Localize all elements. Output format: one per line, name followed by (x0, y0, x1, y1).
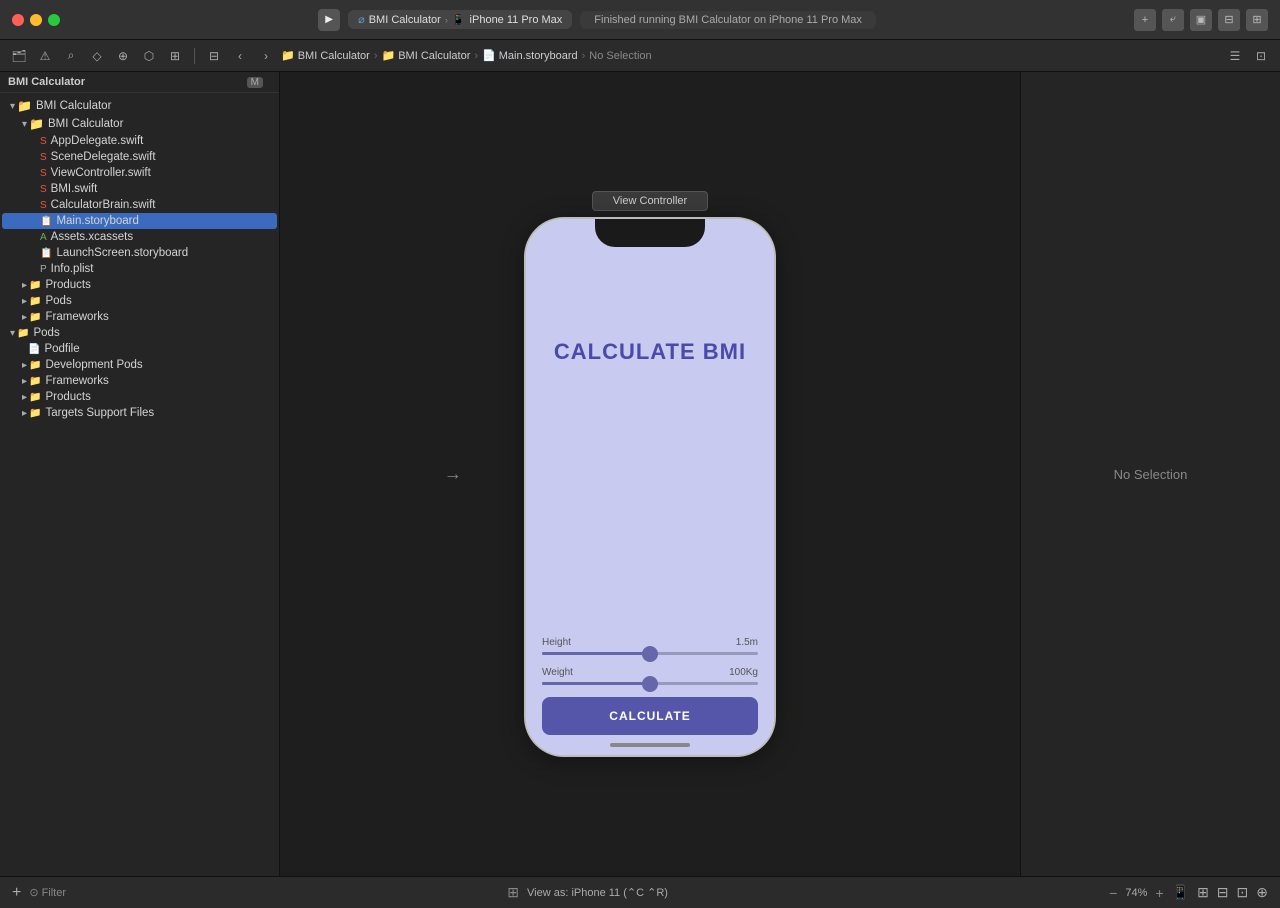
close-button[interactable] (12, 14, 24, 26)
view-controller-label: View Controller (592, 191, 708, 211)
warning-icon[interactable]: ⚠ (34, 45, 56, 67)
height-slider-fill (542, 652, 650, 655)
grid-icon[interactable]: ⊟ (203, 45, 225, 67)
main-layout: BMI Calculator M ▾ 📁 BMI Calculator ▾ 📁 … (0, 72, 1280, 876)
fit-icon[interactable]: ⊟ (1217, 884, 1229, 901)
status-bottom-center: ⊞ View as: iPhone 11 (⌃C ⌃R) (74, 884, 1101, 901)
sidebar-item-frameworks2[interactable]: ▸ 📁 Frameworks (2, 373, 277, 389)
breadcrumb-item-3[interactable]: 📄 Main.storyboard (482, 49, 578, 62)
breadcrumb-item-1[interactable]: 📁 BMI Calculator (281, 49, 370, 62)
build-icon[interactable]: ⊞ (164, 45, 186, 67)
panel-toggle-icon[interactable]: ⊡ (1250, 45, 1272, 67)
breadcrumb: 📁 BMI Calculator › 📁 BMI Calculator › 📄 … (281, 49, 1220, 62)
inspector-panel: No Selection (1020, 72, 1280, 876)
more-icon[interactable]: ⊕ (1256, 884, 1268, 901)
weight-slider-thumb[interactable] (642, 676, 658, 692)
maximize-button[interactable] (48, 14, 60, 26)
inspector-toggle-icon[interactable]: ☰ (1224, 45, 1246, 67)
minimize-button[interactable] (30, 14, 42, 26)
device-select-icon[interactable]: 📱 (1172, 884, 1189, 901)
nav-forward-icon[interactable]: › (255, 45, 277, 67)
traffic-lights (12, 14, 60, 26)
toolbar: 🗂 ⚠ ⌕ ◇ ⊕ ⬡ ⊞ ⊟ ‹ › 📁 BMI Calculator › 📁… (0, 40, 1280, 72)
app-title: CALCULATE BMI (554, 339, 746, 365)
toolbar-right: ☰ ⊡ (1224, 45, 1272, 67)
bookmark-icon[interactable]: ⬡ (138, 45, 160, 67)
sidebar-item-scenedelegate[interactable]: S SceneDelegate.swift (2, 149, 277, 165)
breadcrumb-item-4: No Selection (589, 50, 651, 62)
location-icon[interactable]: ⊕ (112, 45, 134, 67)
canvas-inner: → View Controller CALCULATE BMI (524, 191, 776, 757)
folder-open-icon[interactable]: 🗂 (8, 45, 30, 67)
arrow-wrap-icon[interactable]: ⤶ (1162, 9, 1184, 31)
phone-notch (595, 219, 705, 247)
height-slider-track[interactable] (542, 652, 758, 655)
sidebar-item-calculatorbrain[interactable]: S CalculatorBrain.swift (2, 197, 277, 213)
sidebar-item-launchscreen[interactable]: 📋 LaunchScreen.storyboard (2, 245, 277, 261)
sidebar-item-targets[interactable]: ▸ 📁 Targets Support Files (2, 405, 277, 421)
zoom-fit-icon[interactable]: ⊡ (1237, 884, 1249, 901)
run-button[interactable] (318, 9, 340, 31)
sidebar-item-appdelegate[interactable]: S AppDelegate.swift (2, 133, 277, 149)
title-bar: ⌀ BMI Calculator › 📱 iPhone 11 Pro Max F… (0, 0, 1280, 40)
layout3-icon[interactable]: ⊞ (1246, 9, 1268, 31)
nav-back-icon[interactable]: ‹ (229, 45, 251, 67)
sidebar-header: BMI Calculator M (0, 72, 279, 93)
home-indicator (610, 743, 690, 747)
sidebar-item-group[interactable]: ▾ 📁 BMI Calculator (2, 115, 277, 133)
add-button[interactable]: + (12, 884, 21, 902)
zoom-level: 74% (1125, 887, 1147, 899)
no-selection-label: No Selection (1114, 467, 1188, 482)
sidebar-item-pods-root[interactable]: ▾ 📁 Pods (2, 325, 277, 341)
arrow-connector: → (444, 464, 462, 485)
sidebar-item-devpods[interactable]: ▸ 📁 Development Pods (2, 357, 277, 373)
status-message: Finished running BMI Calculator on iPhon… (580, 11, 876, 29)
sidebar-item-products[interactable]: ▸ 📁 Products (2, 277, 277, 293)
sidebar-item-bmi[interactable]: S BMI.swift (2, 181, 277, 197)
grid-view-icon[interactable]: ⊞ (1197, 884, 1209, 901)
canvas-area: → View Controller CALCULATE BMI (280, 72, 1020, 876)
sidebar: BMI Calculator M ▾ 📁 BMI Calculator ▾ 📁 … (0, 72, 280, 876)
title-bar-center: ⌀ BMI Calculator › 📱 iPhone 11 Pro Max F… (68, 9, 1126, 31)
toolbar-sep-1 (194, 48, 195, 64)
phone-mockup: CALCULATE BMI Height 1.5m (524, 217, 776, 757)
sidebar-item-pods-sub[interactable]: ▸ 📁 Pods (2, 293, 277, 309)
sidebar-item-root[interactable]: ▾ 📁 BMI Calculator (2, 97, 277, 115)
zoom-out-button[interactable]: − (1109, 885, 1117, 901)
scheme-selector[interactable]: ⌀ BMI Calculator › 📱 iPhone 11 Pro Max (348, 10, 572, 29)
layout1-icon[interactable]: ▣ (1190, 9, 1212, 31)
phone-screen: CALCULATE BMI Height 1.5m (526, 219, 774, 755)
issue-icon[interactable]: ◇ (86, 45, 108, 67)
search-icon[interactable]: ⌕ (60, 45, 82, 67)
sliders-section: Height 1.5m (526, 637, 774, 735)
weight-slider-row: Weight 100Kg (542, 667, 758, 685)
sidebar-item-assets[interactable]: A Assets.xcassets (2, 229, 277, 245)
sidebar-item-infoplist[interactable]: P Info.plist (2, 261, 277, 277)
view-controller-container: View Controller CALCULATE BMI Hei (524, 191, 776, 757)
title-bar-right: + ⤶ ▣ ⊟ ⊞ (1134, 9, 1268, 31)
view-as-label: View as: iPhone 11 (⌃C ⌃R) (527, 886, 668, 899)
sidebar-item-viewcontroller[interactable]: S ViewController.swift (2, 165, 277, 181)
plus-icon[interactable]: + (1134, 9, 1156, 31)
sidebar-item-frameworks-sub[interactable]: ▸ 📁 Frameworks (2, 309, 277, 325)
status-bar-bottom: + ⊙ Filter ⊞ View as: iPhone 11 (⌃C ⌃R) … (0, 876, 1280, 908)
sidebar-item-products2[interactable]: ▸ 📁 Products (2, 389, 277, 405)
layout2-icon[interactable]: ⊟ (1218, 9, 1240, 31)
sidebar-item-mainstoryboard[interactable]: 📋 Main.storyboard (2, 213, 277, 229)
sidebar-item-podfile[interactable]: 📄 Podfile (2, 341, 277, 357)
status-bottom-left: + ⊙ Filter (12, 884, 66, 902)
status-bottom-right: − 74% + 📱 ⊞ ⊟ ⊡ ⊕ (1109, 884, 1268, 901)
height-slider-thumb[interactable] (642, 646, 658, 662)
weight-slider-track[interactable] (542, 682, 758, 685)
breadcrumb-item-2[interactable]: 📁 BMI Calculator (382, 49, 471, 62)
height-slider-row: Height 1.5m (542, 637, 758, 655)
zoom-in-button[interactable]: + (1155, 885, 1163, 901)
layout-icon[interactable]: ⊞ (507, 884, 519, 901)
filter-label[interactable]: ⊙ Filter (29, 886, 66, 899)
calculate-button[interactable]: CALCULATE (542, 697, 758, 735)
weight-slider-fill (542, 682, 650, 685)
